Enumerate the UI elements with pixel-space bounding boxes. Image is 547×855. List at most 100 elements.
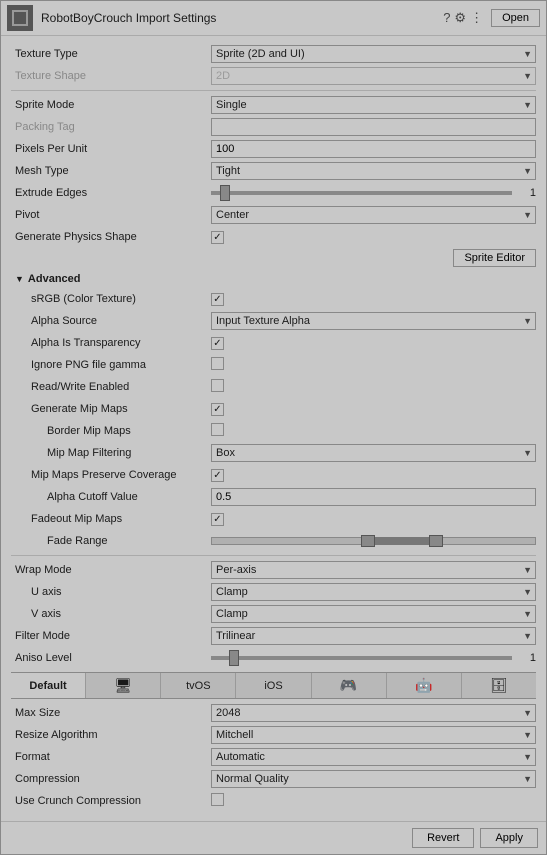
physics-shape-checkbox[interactable]: ✓ xyxy=(211,231,224,244)
alpha-transparency-checkbox[interactable]: ✓ xyxy=(211,337,224,350)
packing-tag-input[interactable] xyxy=(211,118,536,136)
ignore-png-row: Ignore PNG file gamma xyxy=(11,355,536,375)
u-axis-label: U axis xyxy=(11,586,211,598)
wrap-mode-select-wrap: Per-axis ▼ xyxy=(211,561,536,579)
packing-tag-row: Packing Tag xyxy=(11,117,536,137)
desktop-icon: 🖥 xyxy=(114,677,132,694)
title-icons: ? ⚙ ⋮ xyxy=(443,10,483,26)
alpha-source-select-wrap: Input Texture Alpha ▼ xyxy=(211,312,536,330)
pivot-select[interactable]: Center xyxy=(211,206,536,224)
mesh-type-label: Mesh Type xyxy=(11,165,211,177)
format-select[interactable]: Automatic xyxy=(211,748,536,766)
sprite-mode-label: Sprite Mode xyxy=(11,99,211,111)
mesh-type-select[interactable]: Tight xyxy=(211,162,536,180)
sprite-editor-row: Sprite Editor xyxy=(11,249,536,267)
fadeout-mip-checkbox[interactable]: ✓ xyxy=(211,513,224,526)
fade-range-value xyxy=(211,533,536,549)
ignore-png-value xyxy=(211,357,536,373)
sprite-mode-row: Sprite Mode Single ▼ xyxy=(11,95,536,115)
texture-type-select[interactable]: Sprite (2D and UI) xyxy=(211,45,536,63)
u-axis-select[interactable]: Clamp xyxy=(211,583,536,601)
more-icon[interactable]: ⋮ xyxy=(470,10,483,26)
help-icon[interactable]: ? xyxy=(443,10,450,26)
sprite-editor-button[interactable]: Sprite Editor xyxy=(453,249,536,267)
v-axis-select[interactable]: Clamp xyxy=(211,605,536,623)
texture-type-value: Sprite (2D and UI) ▼ xyxy=(211,45,536,63)
settings-icon[interactable]: ⚙ xyxy=(454,10,466,26)
tab-android2[interactable]: 🤖 xyxy=(387,673,462,698)
fadeout-mip-label: Fadeout Mip Maps xyxy=(11,513,211,525)
pivot-row: Pivot Center ▼ xyxy=(11,205,536,225)
tab-tvos[interactable]: tvOS xyxy=(161,673,236,698)
filter-mode-value: Trilinear ▼ xyxy=(211,627,536,645)
tab-ios[interactable]: iOS xyxy=(236,673,311,698)
v-axis-row: V axis Clamp ▼ xyxy=(11,604,536,624)
apply-button[interactable]: Apply xyxy=(480,828,538,848)
alpha-source-label: Alpha Source xyxy=(11,315,211,327)
texture-shape-value: 2D ▼ xyxy=(211,67,536,85)
ignore-png-checkbox[interactable] xyxy=(211,357,224,370)
texture-type-select-wrap: Sprite (2D and UI) ▼ xyxy=(211,45,536,63)
open-button[interactable]: Open xyxy=(491,9,540,27)
crunch-compression-checkbox[interactable] xyxy=(211,793,224,806)
tab-tvos-label: tvOS xyxy=(186,680,210,692)
wrap-mode-select[interactable]: Per-axis xyxy=(211,561,536,579)
alpha-transparency-label: Alpha Is Transparency xyxy=(11,337,211,349)
u-axis-row: U axis Clamp ▼ xyxy=(11,582,536,602)
pixels-per-unit-label: Pixels Per Unit xyxy=(11,143,211,155)
fade-range-row: Fade Range xyxy=(11,531,536,551)
srgb-checkbox[interactable]: ✓ xyxy=(211,293,224,306)
u-axis-value: Clamp ▼ xyxy=(211,583,536,601)
crunch-compression-label: Use Crunch Compression xyxy=(11,795,211,807)
mip-filtering-select-wrap: Box ▼ xyxy=(211,444,536,462)
physics-shape-label: Generate Physics Shape xyxy=(11,231,211,243)
max-size-select[interactable]: 2048 xyxy=(211,704,536,722)
filter-mode-label: Filter Mode xyxy=(11,630,211,642)
advanced-arrow[interactable]: ▼ xyxy=(15,274,24,284)
generate-mip-checkbox[interactable]: ✓ xyxy=(211,403,224,416)
alpha-source-select[interactable]: Input Texture Alpha xyxy=(211,312,536,330)
web-icon: 🗄 xyxy=(490,677,508,694)
fade-range-track[interactable] xyxy=(211,533,536,549)
tab-android[interactable]: 🎮 xyxy=(312,673,387,698)
revert-button[interactable]: Revert xyxy=(412,828,474,848)
mip-filtering-row: Mip Map Filtering Box ▼ xyxy=(11,443,536,463)
mip-filtering-select[interactable]: Box xyxy=(211,444,536,462)
v-axis-label: V axis xyxy=(11,608,211,620)
resize-algorithm-label: Resize Algorithm xyxy=(11,729,211,741)
sprite-mode-value: Single ▼ xyxy=(211,96,536,114)
tab-default[interactable]: Default xyxy=(11,673,86,698)
preserve-coverage-checkbox[interactable]: ✓ xyxy=(211,469,224,482)
window-icon xyxy=(7,5,33,31)
srgb-value: ✓ xyxy=(211,293,536,306)
border-mip-value xyxy=(211,423,536,439)
format-row: Format Automatic ▼ xyxy=(11,747,536,767)
format-value: Automatic ▼ xyxy=(211,748,536,766)
generate-mip-value: ✓ xyxy=(211,403,536,416)
aniso-level-slider[interactable] xyxy=(211,656,512,660)
filter-mode-select[interactable]: Trilinear xyxy=(211,627,536,645)
extrude-edges-slider[interactable] xyxy=(211,191,512,195)
tab-web[interactable]: 🗄 xyxy=(462,673,536,698)
pixels-per-unit-input[interactable] xyxy=(211,140,536,158)
alpha-cutoff-input[interactable] xyxy=(211,488,536,506)
resize-algorithm-select[interactable]: Mitchell xyxy=(211,726,536,744)
pivot-value: Center ▼ xyxy=(211,206,536,224)
alpha-transparency-value: ✓ xyxy=(211,337,536,350)
fadeout-mip-value: ✓ xyxy=(211,513,536,526)
read-write-checkbox[interactable] xyxy=(211,379,224,392)
tab-desktop[interactable]: 🖥 xyxy=(86,673,161,698)
sprite-mode-select[interactable]: Single xyxy=(211,96,536,114)
pivot-select-wrap: Center ▼ xyxy=(211,206,536,224)
border-mip-checkbox[interactable] xyxy=(211,423,224,436)
mesh-type-row: Mesh Type Tight ▼ xyxy=(11,161,536,181)
texture-shape-select: 2D xyxy=(211,67,536,85)
compression-select[interactable]: Normal Quality xyxy=(211,770,536,788)
resize-algorithm-row: Resize Algorithm Mitchell ▼ xyxy=(11,725,536,745)
pixels-per-unit-value xyxy=(211,140,536,158)
aniso-level-value: 1 xyxy=(211,652,536,664)
texture-type-row: Texture Type Sprite (2D and UI) ▼ xyxy=(11,44,536,64)
advanced-label: Advanced xyxy=(28,273,81,285)
sprite-mode-select-wrap: Single ▼ xyxy=(211,96,536,114)
mesh-type-select-wrap: Tight ▼ xyxy=(211,162,536,180)
